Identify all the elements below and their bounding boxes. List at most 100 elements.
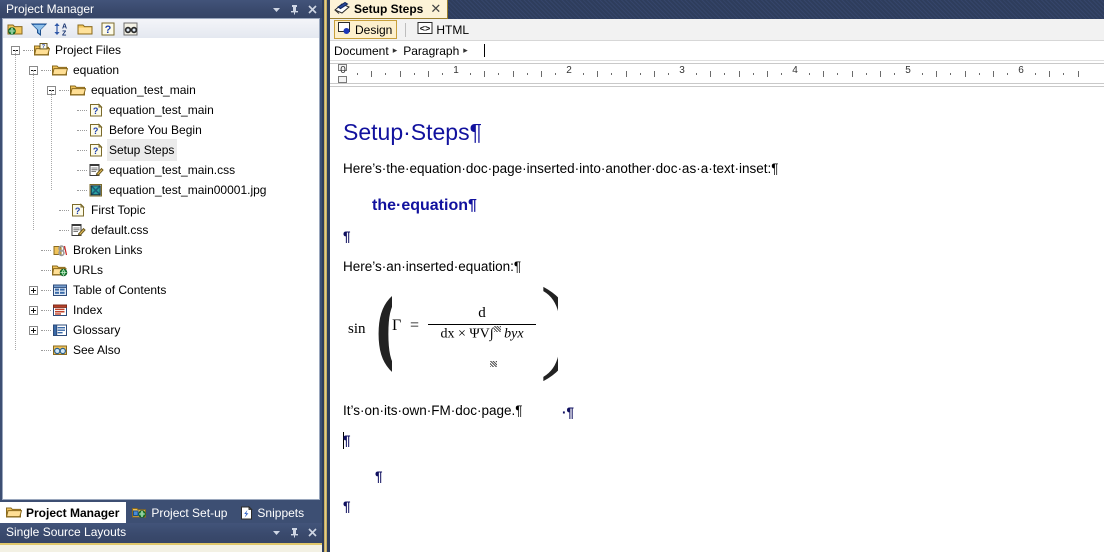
- tree-item-default-css[interactable]: default.css: [3, 220, 319, 240]
- indent-marker-bottom[interactable]: [338, 76, 347, 83]
- ruler-tick: [583, 73, 585, 75]
- ruler-tick: [498, 73, 500, 75]
- tree-item-label: equation_test_main.css: [109, 163, 236, 177]
- tree-item-broken-links[interactable]: Broken Links: [3, 240, 319, 260]
- tree-item-label: Broken Links: [73, 243, 143, 257]
- folder-icon: [6, 505, 22, 520]
- filter-icon[interactable]: [30, 21, 48, 37]
- heading-setup-steps: Setup·Steps¶: [343, 119, 482, 145]
- tree-item-first-topic[interactable]: ? First Topic: [3, 200, 319, 220]
- see-also-icon: [52, 343, 68, 358]
- paragraph-inserted-equation: Here’s·an·inserted·equation:¶: [343, 259, 522, 274]
- equation-placeholder-upper-icon: [493, 326, 501, 332]
- equation-object[interactable]: sin ( ) Γ = d dx × ΨV∫ byx ·¶: [344, 283, 584, 420]
- tree-guide-line: [51, 90, 52, 190]
- equation-fraction-bar: [428, 324, 536, 325]
- project-manager-panel: Project Manager A Z ? ? Project Files eq…: [0, 0, 322, 552]
- equation-variable: Γ: [392, 317, 402, 334]
- dock-tab-snippets[interactable]: Snippets: [234, 502, 311, 523]
- dock-tab-project-manager[interactable]: Project Manager: [0, 502, 127, 523]
- ruler-label: 0: [340, 65, 346, 76]
- panel-splitter[interactable]: [322, 0, 330, 552]
- ruler-label: 2: [566, 65, 572, 76]
- tree-item-glossary[interactable]: Glossary: [3, 320, 319, 340]
- tree-item-index[interactable]: Index: [3, 300, 319, 320]
- empty-paragraph-2: ¶: [343, 433, 351, 448]
- design-mode-button[interactable]: Design: [334, 20, 398, 39]
- html-mode-label: HTML: [436, 22, 470, 37]
- editor-tab-setup-steps[interactable]: Setup Steps ✕: [330, 0, 449, 19]
- ruler-tick: [823, 71, 825, 77]
- new-folder-icon[interactable]: [76, 21, 94, 37]
- tree-item-label: Setup Steps: [107, 139, 178, 161]
- heading-the-equation: the·equation¶: [372, 197, 477, 214]
- tree-item-see-also[interactable]: See Also: [3, 340, 319, 360]
- ssl-dropdown-icon[interactable]: [271, 527, 282, 538]
- project-files-tree[interactable]: ? Project Files equation equation_test_main…: [2, 38, 320, 500]
- tree-connector: [41, 289, 51, 291]
- editor-tabstrip: Setup Steps ✕: [330, 0, 1104, 19]
- tree-item-project-files[interactable]: ? Project Files: [3, 40, 319, 60]
- tree-connector: [41, 329, 51, 331]
- tree-item-label: Before You Begin: [109, 123, 202, 137]
- dock-tab-project-set-up[interactable]: Project Set-up: [126, 502, 234, 523]
- project-manager-titlebar: Project Manager: [0, 0, 322, 18]
- image-icon: [88, 183, 104, 198]
- ruler-tick: [992, 71, 994, 77]
- document-canvas[interactable]: Setup·Steps¶ Here’s·the·equation·doc·pag…: [330, 87, 1104, 552]
- tree-connector: [59, 89, 69, 91]
- pin-icon[interactable]: [289, 4, 300, 15]
- topic-properties-icon[interactable]: ?: [99, 21, 117, 37]
- svg-text:?: ?: [75, 206, 81, 216]
- horizontal-ruler[interactable]: 0 1 2 3 4 5 6: [330, 61, 1104, 87]
- glossary-icon: [52, 323, 68, 338]
- ruler-tick: [427, 71, 429, 77]
- editor-tab-close-icon[interactable]: ✕: [430, 1, 441, 17]
- ruler-tick: [710, 71, 712, 77]
- find-icon[interactable]: [122, 21, 140, 37]
- svg-text:Z: Z: [62, 30, 67, 36]
- tree-item-label: See Also: [73, 343, 121, 357]
- close-icon[interactable]: [307, 4, 318, 15]
- tree-item-label: Index: [73, 303, 103, 317]
- ruler-top-line: [330, 63, 1104, 64]
- empty-paragraph-1: ¶: [343, 229, 351, 244]
- expand-icon[interactable]: [29, 325, 38, 335]
- tree-connector: [77, 129, 87, 131]
- breadcrumb-item-document[interactable]: Document: [334, 44, 389, 58]
- ruler-tick: [1049, 71, 1051, 77]
- tree-connector: [77, 109, 87, 111]
- ruler-label: 3: [679, 65, 685, 76]
- html-mode-button[interactable]: <> HTML: [414, 20, 474, 39]
- tree-item-table-of-contents[interactable]: Table of Contents: [3, 280, 319, 300]
- svg-text:?: ?: [93, 146, 99, 156]
- equation-trailing-mark: ·¶: [562, 405, 575, 420]
- tree-item-urls[interactable]: URLs: [3, 260, 319, 280]
- ssl-close-icon[interactable]: [307, 527, 318, 538]
- expand-icon[interactable]: [29, 285, 38, 295]
- dropdown-icon[interactable]: [271, 4, 282, 15]
- paragraph-own-fm-page: It’s·on·its·own·FM·doc·page.¶: [343, 403, 523, 418]
- ruler-tick: [978, 73, 980, 75]
- ruler-tick: [639, 73, 641, 75]
- add-project-folder-icon[interactable]: [7, 21, 25, 37]
- ruler-tick: [554, 73, 556, 75]
- breadcrumb-item-paragraph[interactable]: Paragraph: [403, 44, 459, 58]
- ruler-tick: [667, 73, 669, 75]
- html-icon: <>: [417, 21, 433, 38]
- folder-icon: [51, 63, 69, 78]
- tree-guide-line: [33, 70, 34, 230]
- equation-denominator-suffix: byx: [504, 326, 524, 342]
- sort-az-icon[interactable]: A Z: [53, 21, 71, 37]
- breadcrumb-input[interactable]: [473, 43, 514, 58]
- broken-links-icon: [52, 243, 68, 258]
- expand-icon[interactable]: [29, 305, 38, 315]
- ruler-tick: [879, 71, 881, 77]
- equation-numerator: d: [478, 305, 486, 321]
- tree-item-label: Glossary: [73, 323, 121, 337]
- ruler-tick: [766, 71, 768, 77]
- ssl-title: Single Source Layouts: [6, 525, 127, 539]
- tree-item-equation[interactable]: equation: [3, 60, 319, 80]
- ssl-pin-icon[interactable]: [289, 527, 300, 538]
- index-icon: [52, 303, 68, 318]
